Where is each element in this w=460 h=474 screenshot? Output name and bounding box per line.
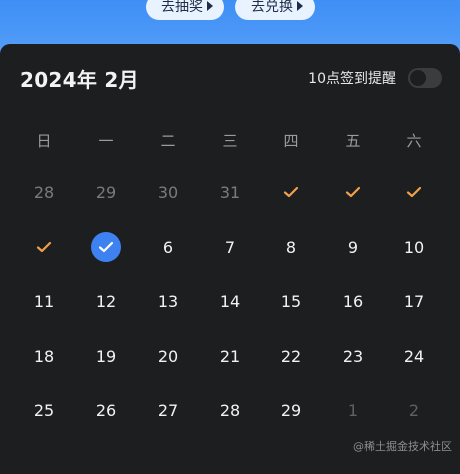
day-number: 21 [219,346,241,366]
day-number: 15 [280,291,302,311]
day-cell[interactable]: 29 [86,172,126,212]
play-arrow-icon [297,1,303,11]
today-checked-day-cell[interactable] [86,227,126,267]
day-cell[interactable]: 15 [271,281,311,321]
day-cell[interactable]: 22 [271,336,311,376]
day-number: 11 [33,291,55,311]
day-number: 20 [157,346,179,366]
go-exchange-label: 去兑换 [251,0,293,15]
day-cell[interactable]: 24 [394,336,434,376]
weekday-label: 一 [98,132,114,150]
day-number: 1 [347,400,359,420]
day-cell[interactable]: 26 [86,390,126,430]
day-number: 8 [285,237,297,257]
day-number: 19 [95,346,117,366]
go-draw-button[interactable]: 去抽奖 [146,0,224,20]
day-cell[interactable]: 28 [24,172,64,212]
day-number: 18 [33,346,55,366]
day-cell[interactable]: 25 [24,390,64,430]
checked-day-cell[interactable] [271,172,311,212]
day-cell[interactable]: 23 [333,336,373,376]
go-exchange-button[interactable]: 去兑换 [235,0,315,20]
day-number: 26 [95,400,117,420]
day-cell[interactable]: 12 [86,281,126,321]
checked-day-cell[interactable] [24,227,64,267]
day-number: 17 [403,291,425,311]
day-cell[interactable]: 17 [394,281,434,321]
toggle-knob [410,70,426,86]
day-number: 31 [219,182,241,202]
checkmark-icon [283,185,299,199]
day-cell[interactable]: 16 [333,281,373,321]
checkin-calendar-panel: 2024年 2月 10点签到提醒 日 一 二 三 四 五 六 28 29 30 31 6 7 8 9 10 1… [0,44,460,474]
day-number: 13 [157,291,179,311]
weekday-label: 四 [283,132,299,150]
today-check-icon [91,232,121,262]
day-number: 2 [408,400,420,420]
day-number: 6 [162,237,174,257]
day-number: 30 [157,182,179,202]
day-cell[interactable]: 29 [271,390,311,430]
watermark: @稀土掘金技术社区 [353,440,452,453]
day-cell[interactable]: 13 [148,281,188,321]
day-cell[interactable]: 2 [394,390,434,430]
day-number: 29 [95,182,117,202]
day-number: 16 [342,291,364,311]
day-cell[interactable]: 9 [333,227,373,267]
checked-day-cell[interactable] [394,172,434,212]
reminder-toggle[interactable] [408,68,442,88]
day-number: 23 [342,346,364,366]
day-cell[interactable]: 8 [271,227,311,267]
day-cell[interactable]: 21 [210,336,250,376]
weekday-label: 三 [222,132,238,150]
day-number: 14 [219,291,241,311]
day-cell[interactable]: 19 [86,336,126,376]
day-cell[interactable]: 30 [148,172,188,212]
play-arrow-icon [207,1,213,11]
day-cell[interactable]: 7 [210,227,250,267]
day-cell[interactable]: 20 [148,336,188,376]
day-cell[interactable]: 14 [210,281,250,321]
day-cell[interactable]: 6 [148,227,188,267]
day-cell[interactable]: 18 [24,336,64,376]
go-draw-label: 去抽奖 [161,0,203,15]
day-number: 29 [280,400,302,420]
weekday-label: 日 [36,132,52,150]
day-number: 10 [403,237,425,257]
checkmark-icon [345,185,361,199]
day-cell[interactable]: 10 [394,227,434,267]
checked-day-cell[interactable] [333,172,373,212]
day-number: 28 [33,182,55,202]
day-number: 25 [33,400,55,420]
calendar-month-title: 2024年 2月 [20,68,139,92]
day-number: 7 [224,237,236,257]
day-cell[interactable]: 28 [210,390,250,430]
day-number: 12 [95,291,117,311]
day-cell[interactable]: 31 [210,172,250,212]
reminder-label: 10点签到提醒 [308,71,396,87]
weekday-label: 二 [160,132,176,150]
day-number: 24 [403,346,425,366]
weekday-label: 五 [345,132,361,150]
day-number: 22 [280,346,302,366]
day-number: 28 [219,400,241,420]
day-cell[interactable]: 1 [333,390,373,430]
day-cell[interactable]: 11 [24,281,64,321]
checkmark-icon [36,240,52,254]
day-number: 27 [157,400,179,420]
weekday-label: 六 [406,132,422,150]
day-cell[interactable]: 27 [148,390,188,430]
checkmark-icon [406,185,422,199]
day-number: 9 [347,237,359,257]
